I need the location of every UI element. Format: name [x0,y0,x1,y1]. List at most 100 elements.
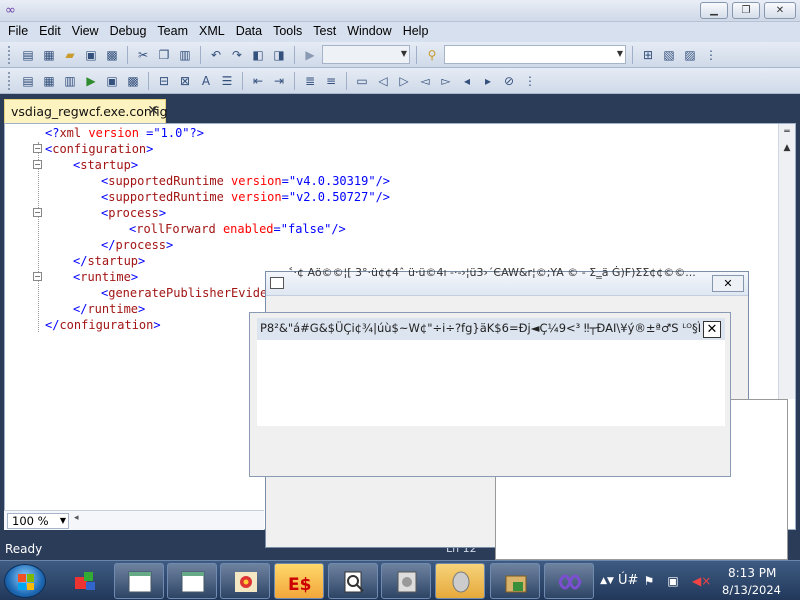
document-icon[interactable]: ▥ [61,72,79,90]
paste-icon[interactable]: ▥ [176,46,194,64]
code-line[interactable]: <startup> [73,158,138,172]
network-icon[interactable]: ▣ [666,574,680,588]
run-xslt-icon[interactable]: ▶ [82,72,100,90]
toolbox-icon[interactable]: ▨ [681,46,699,64]
code-line[interactable]: </startup> [73,254,145,268]
code-line[interactable]: </runtime> [73,302,145,316]
rename-icon[interactable]: A [197,72,215,90]
taskbar-esp-app[interactable]: E$ [274,563,324,599]
clock-time[interactable]: 8:13 PM [728,566,776,580]
open-folder-icon[interactable]: ▰ [61,46,79,64]
start-debugging-icon[interactable]: ▶ [301,46,319,64]
code-line[interactable]: <rollForward enabled="false"/> [129,222,346,236]
start-button[interactable] [4,564,46,598]
input-language[interactable]: Ú# [618,573,638,588]
debug-xslt-icon[interactable]: ▣ [103,72,121,90]
menu-team[interactable]: Team [153,22,195,42]
code-line[interactable]: <supportedRuntime version="v2.0.50727"/> [101,190,390,204]
menu-tools[interactable]: Tools [269,22,309,42]
prev-bookmark-folder-icon[interactable]: ◅ [416,72,434,90]
toolbar-options-icon[interactable]: ⋮ [521,72,539,90]
copy-icon[interactable]: ❐ [155,46,173,64]
volume-muted-icon[interactable]: ◀× [692,574,711,588]
split-icon[interactable]: ═ [779,124,795,140]
menu-data[interactable]: Data [232,22,269,42]
next-bookmark-folder-icon[interactable]: ▻ [437,72,455,90]
toolbar-grip[interactable] [8,45,12,64]
outdent-icon[interactable]: ⇤ [249,72,267,90]
format-icon[interactable]: ☰ [218,72,236,90]
taskbar-speaker-app[interactable] [435,563,485,599]
zoom-combo[interactable]: 100 % ▼ [7,513,69,529]
menu-file[interactable]: File [4,22,35,42]
close-button[interactable]: ✕ [764,2,796,19]
menu-test[interactable]: Test [309,22,343,42]
code-line[interactable]: <supportedRuntime version="v4.0.30319"/> [101,174,390,188]
flag-icon[interactable]: ⚑ [642,574,656,588]
menu-edit[interactable]: Edit [35,22,68,42]
code-line[interactable]: </configuration> [45,318,161,332]
clock-date[interactable]: 8/13/2024 [722,583,781,597]
minimize-button[interactable]: ▁ [700,2,728,19]
scroll-up-icon[interactable]: ▲ [779,140,795,156]
tray-scroll-icon[interactable]: ▲▼ [600,574,614,588]
undo-icon[interactable]: ↶ [207,46,225,64]
next-bookmark-icon[interactable]: ▷ [395,72,413,90]
taskbar-media-app[interactable] [381,563,431,599]
menu-help[interactable]: Help [399,22,436,42]
code-line[interactable]: <configuration> [45,142,153,156]
vertical-scrollbar[interactable]: ═ ▲ [778,124,795,399]
indent-icon[interactable]: ⇥ [270,72,288,90]
maximize-button[interactable]: ❐ [732,2,760,19]
xml-schema-icon[interactable]: ▤ [19,72,37,90]
menu-xml[interactable]: XML [195,22,232,42]
scroll-left-icon[interactable]: ◂ [74,513,79,523]
clear-bookmarks-icon[interactable]: ⊘ [500,72,518,90]
new-project-icon[interactable]: ▤ [19,46,37,64]
collapse-icon[interactable]: − [33,144,42,153]
navigate-forward-icon[interactable]: ◨ [270,46,288,64]
taskbar-window-2[interactable] [167,563,217,599]
solution-explorer-icon[interactable]: ⊞ [639,46,657,64]
solution-config-combo[interactable]: ▼ [322,45,410,64]
taskbar-flower-app[interactable] [220,563,270,599]
close-icon[interactable]: ✕ [147,103,159,119]
next-bookmark-doc-icon[interactable]: ▸ [479,72,497,90]
xslt-icon[interactable]: ▦ [40,72,58,90]
cut-icon[interactable]: ✂ [134,46,152,64]
taskbar-app-cube[interactable] [60,563,110,599]
prev-bookmark-icon[interactable]: ◁ [374,72,392,90]
find-combo[interactable]: ▼ [444,45,626,64]
menu-view[interactable]: View [68,22,106,42]
add-item-icon[interactable]: ▦ [40,46,58,64]
dialog-close-button[interactable]: ✕ [712,275,744,292]
code-line[interactable]: <generatePublisherEvider [101,286,274,300]
collapse-icon[interactable]: − [33,208,42,217]
taskbar-visual-studio[interactable] [544,563,594,599]
taskbar-window-1[interactable] [114,563,164,599]
uncomment-icon[interactable]: ≡ [322,72,340,90]
properties-icon[interactable]: ▧ [660,46,678,64]
code-line[interactable]: <process> [101,206,166,220]
redo-icon[interactable]: ↷ [228,46,246,64]
find-in-files-icon[interactable]: ⚲ [423,46,441,64]
save-icon[interactable]: ▣ [82,46,100,64]
comment-icon[interactable]: ≣ [301,72,319,90]
taskbar-package-app[interactable] [490,563,540,599]
show-xslt-output-icon[interactable]: ⊠ [176,72,194,90]
tab-vsdiag-config[interactable]: vsdiag_regwcf.exe.config ✕ [4,99,168,123]
toolbar-grip[interactable] [8,71,12,90]
code-line[interactable]: <runtime> [73,270,138,284]
stop-xslt-icon[interactable]: ▩ [124,72,142,90]
taskbar-magnifier-app[interactable] [328,563,378,599]
notification-close-button[interactable]: ✕ [703,321,721,338]
navigate-back-icon[interactable]: ◧ [249,46,267,64]
collapse-icon[interactable]: − [33,160,42,169]
save-all-icon[interactable]: ▩ [103,46,121,64]
menu-debug[interactable]: Debug [106,22,154,42]
collapse-icon[interactable]: − [33,272,42,281]
toggle-bookmark-icon[interactable]: ▭ [353,72,371,90]
menu-window[interactable]: Window [343,22,398,42]
toolbar-options-icon[interactable]: ⋮ [702,46,720,64]
prev-bookmark-doc-icon[interactable]: ◂ [458,72,476,90]
